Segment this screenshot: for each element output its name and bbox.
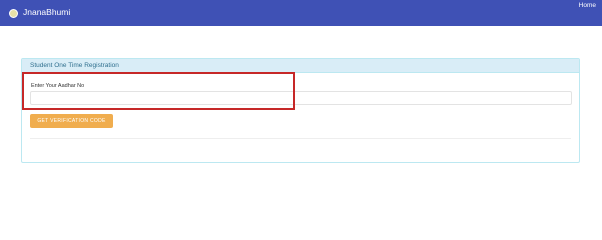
panel-divider (30, 138, 571, 139)
get-verification-code-button[interactable]: GET VERIFICATION CODE (30, 114, 113, 128)
brand-name[interactable]: JnanaBhumi (23, 7, 70, 18)
registration-panel: Student One Time Registration Enter Your… (21, 58, 580, 163)
home-link[interactable]: Home (579, 2, 596, 10)
panel-title: Student One Time Registration (22, 59, 579, 73)
aadhar-input[interactable] (30, 91, 572, 105)
aadhar-label: Enter Your Aadhar No (31, 83, 85, 89)
emblem-logo-icon (9, 9, 18, 18)
top-navbar: JnanaBhumi Home (0, 0, 602, 26)
